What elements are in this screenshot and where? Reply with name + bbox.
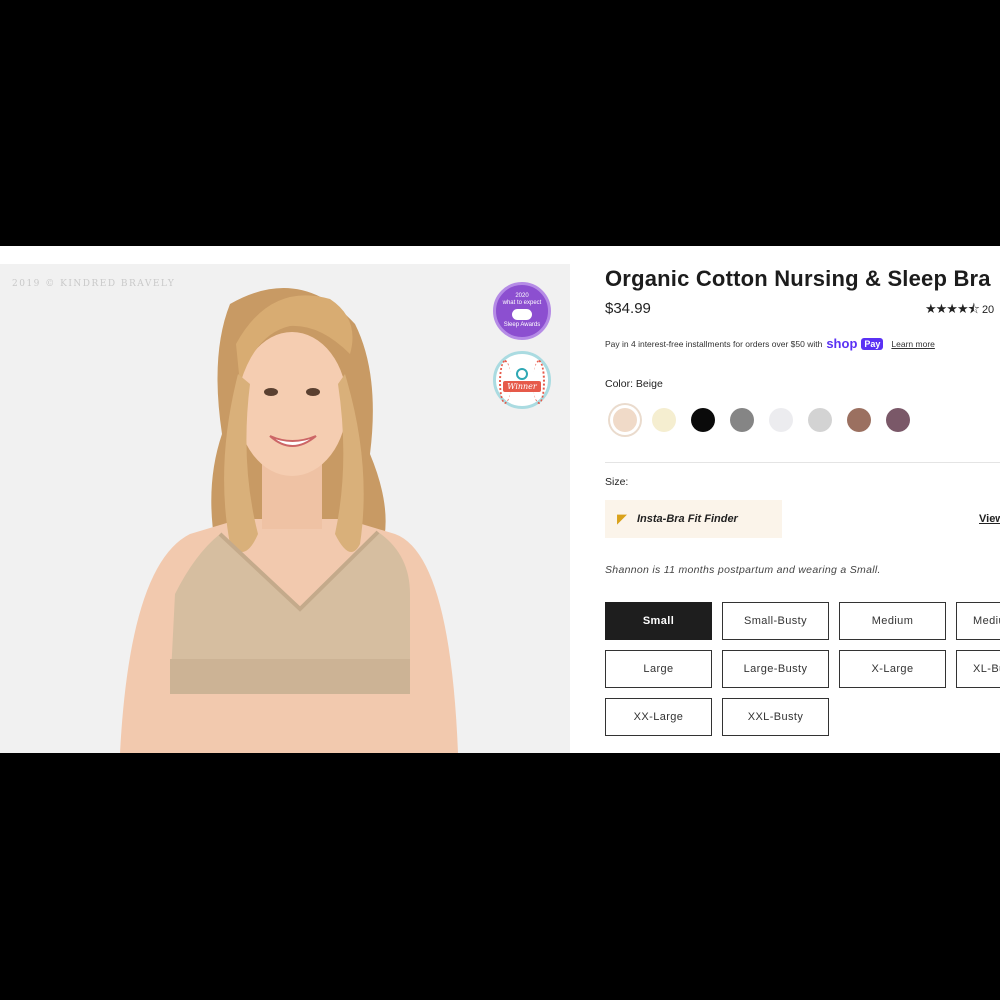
brand-watermark: 2019 © KINDRED BRAVELY <box>12 279 176 289</box>
laurel-left-icon <box>499 360 511 404</box>
star-icons: ★★★★⯪ <box>925 301 980 316</box>
review-count: 20 <box>981 304 995 316</box>
product-image[interactable]: 2019 © KINDRED BRAVELY 2020 what to expe… <box>0 264 570 753</box>
size-option-button[interactable]: XXL-Busty <box>722 698 829 736</box>
size-option-button[interactable]: XL-Busty <box>956 650 1000 688</box>
color-swatch[interactable] <box>605 404 644 436</box>
color-swatch[interactable] <box>839 404 878 436</box>
shop-pay-logo-pay: Pay <box>861 337 884 350</box>
size-label: Size: <box>605 476 629 488</box>
model-size-note: Shannon is 11 months postpartum and wear… <box>605 564 881 576</box>
swatch-dot <box>846 408 871 432</box>
fit-finder-button[interactable]: ◤ Insta-Bra Fit Finder <box>605 500 782 538</box>
winner-badge: Winner <box>493 351 551 409</box>
bra-icon: ◤ <box>617 511 627 526</box>
award-ring-icon <box>515 368 528 380</box>
size-option-button[interactable]: Medium-Busty <box>956 602 1000 640</box>
learn-more-link[interactable]: Learn more <box>891 339 934 349</box>
color-swatch[interactable] <box>878 404 917 436</box>
product-price: $34.99 <box>605 300 651 317</box>
swatch-dot <box>690 408 715 432</box>
color-swatch[interactable] <box>761 404 800 436</box>
swatch-dot <box>807 408 832 432</box>
swatch-dot <box>768 408 793 432</box>
color-swatch[interactable] <box>722 404 761 436</box>
size-option-button[interactable]: Large <box>605 650 712 688</box>
size-option-button[interactable]: Large-Busty <box>722 650 829 688</box>
badge-year: 2020 <box>515 293 529 299</box>
fit-finder-label: Insta-Bra Fit Finder <box>637 513 738 525</box>
size-option-button[interactable]: XX-Large <box>605 698 712 736</box>
product-page-frame: 2019 © KINDRED BRAVELY 2020 what to expe… <box>0 246 1000 753</box>
section-divider <box>605 462 1000 463</box>
rating-stars[interactable]: ★★★★⯪ 20 <box>925 300 994 322</box>
installments-text: Pay in 4 interest-free installments for … <box>605 338 823 349</box>
shop-pay-logo-shop: shop <box>826 336 858 351</box>
cloud-icon <box>511 309 532 320</box>
badge-award: Sleep Awards <box>503 322 541 328</box>
model-photo <box>0 264 570 753</box>
color-swatch[interactable] <box>800 404 839 436</box>
laurel-right-icon <box>533 360 545 404</box>
swatch-dot <box>885 408 910 432</box>
sleep-awards-badge: 2020 what to expect Sleep Awards <box>493 282 551 340</box>
color-swatch[interactable] <box>683 404 722 436</box>
color-swatch[interactable] <box>644 404 683 436</box>
color-swatches <box>605 404 917 436</box>
swatch-dot <box>612 408 637 432</box>
swatch-dot <box>651 408 676 432</box>
size-option-button[interactable]: X-Large <box>839 650 946 688</box>
size-chart-link[interactable]: View <box>979 513 1000 525</box>
product-title: Organic Cotton Nursing & Sleep Bra <box>605 266 991 291</box>
size-option-button[interactable]: Small <box>605 602 712 640</box>
swatch-dot <box>729 408 754 432</box>
size-option-button[interactable]: Small-Busty <box>722 602 829 640</box>
badge-brand: what to expect <box>502 300 542 306</box>
color-label: Color: Beige <box>605 378 663 390</box>
installments-info: Pay in 4 interest-free installments for … <box>605 336 935 351</box>
size-option-button[interactable]: Medium <box>839 602 946 640</box>
